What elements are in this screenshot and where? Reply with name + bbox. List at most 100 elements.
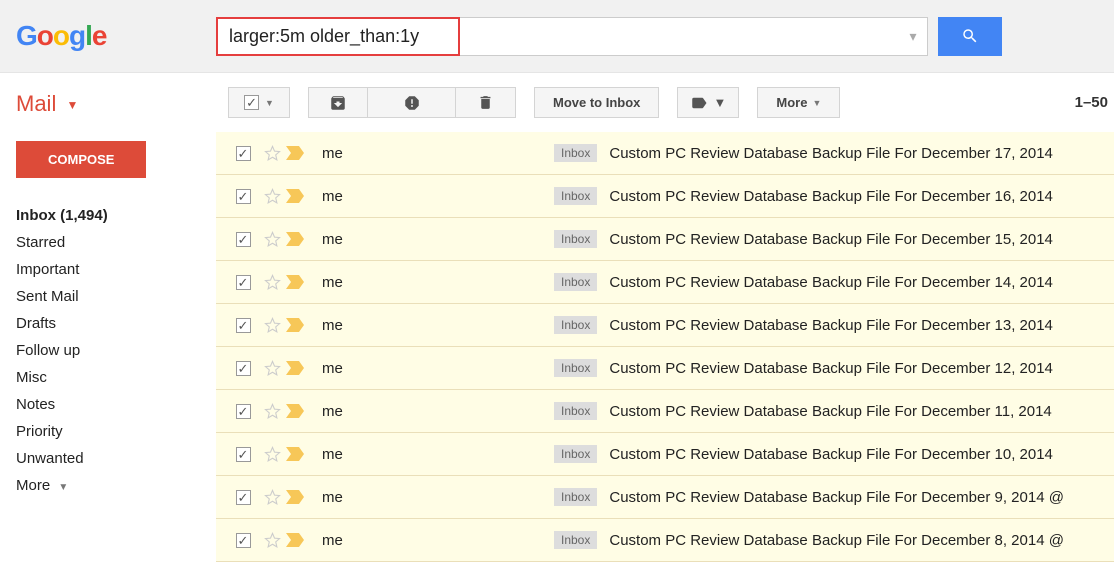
row-checkbox[interactable] xyxy=(228,404,258,419)
star-toggle[interactable] xyxy=(258,489,286,506)
importance-marker[interactable] xyxy=(286,318,312,332)
row-checkbox[interactable] xyxy=(228,447,258,462)
sender-name: me xyxy=(322,317,554,334)
result-count: 1–50 xyxy=(1075,94,1114,111)
sidebar-item[interactable]: Sent Mail xyxy=(16,283,216,310)
sidebar-item[interactable]: Unwanted xyxy=(16,445,216,472)
importance-marker[interactable] xyxy=(286,146,312,160)
mail-row[interactable]: meInboxCustom PC Review Database Backup … xyxy=(216,261,1114,304)
row-checkbox[interactable] xyxy=(228,490,258,505)
row-checkbox[interactable] xyxy=(228,533,258,548)
sidebar-item[interactable]: Important xyxy=(16,256,216,283)
select-all-dropdown[interactable]: ▼ xyxy=(228,87,290,118)
importance-marker[interactable] xyxy=(286,232,312,246)
mail-subject: Custom PC Review Database Backup File Fo… xyxy=(609,317,1114,334)
label-icon xyxy=(690,94,708,112)
move-to-inbox-button[interactable]: Move to Inbox xyxy=(534,87,659,118)
mail-subject: Custom PC Review Database Backup File Fo… xyxy=(609,231,1114,248)
content-area: ▼ Move to Inbox ▼ xyxy=(216,73,1114,562)
sidebar-item[interactable]: Drafts xyxy=(16,310,216,337)
compose-button[interactable]: COMPOSE xyxy=(16,141,146,178)
sidebar-item[interactable]: Follow up xyxy=(16,337,216,364)
star-toggle[interactable] xyxy=(258,317,286,334)
mail-row[interactable]: meInboxCustom PC Review Database Backup … xyxy=(216,433,1114,476)
sidebar: Mail ▼ COMPOSE Inbox (1,494)StarredImpor… xyxy=(0,73,216,562)
search-input[interactable] xyxy=(217,18,899,55)
row-checkbox[interactable] xyxy=(228,275,258,290)
mail-subject: Custom PC Review Database Backup File Fo… xyxy=(609,532,1114,549)
importance-marker[interactable] xyxy=(286,361,312,375)
inbox-label[interactable]: Inbox xyxy=(554,402,597,420)
row-checkbox[interactable] xyxy=(228,146,258,161)
importance-marker[interactable] xyxy=(286,404,312,418)
star-icon xyxy=(264,489,281,506)
importance-marker[interactable] xyxy=(286,490,312,504)
importance-marker[interactable] xyxy=(286,533,312,547)
search-button[interactable] xyxy=(938,17,1002,56)
importance-icon xyxy=(286,447,304,461)
sender-name: me xyxy=(322,446,554,463)
star-icon xyxy=(264,145,281,162)
checkbox-icon xyxy=(236,146,251,161)
star-toggle[interactable] xyxy=(258,274,286,291)
inbox-label[interactable]: Inbox xyxy=(554,488,597,506)
sidebar-item[interactable]: Priority xyxy=(16,418,216,445)
row-checkbox[interactable] xyxy=(228,232,258,247)
mail-row[interactable]: meInboxCustom PC Review Database Backup … xyxy=(216,132,1114,175)
checkbox-icon xyxy=(236,361,251,376)
checkbox-icon xyxy=(236,275,251,290)
google-logo[interactable]: Google xyxy=(16,20,216,52)
mail-switcher[interactable]: Mail ▼ xyxy=(16,91,216,117)
star-toggle[interactable] xyxy=(258,360,286,377)
row-checkbox[interactable] xyxy=(228,189,258,204)
inbox-label[interactable]: Inbox xyxy=(554,187,597,205)
star-toggle[interactable] xyxy=(258,145,286,162)
mail-subject: Custom PC Review Database Backup File Fo… xyxy=(609,145,1114,162)
archive-button[interactable] xyxy=(308,87,368,118)
inbox-label[interactable]: Inbox xyxy=(554,273,597,291)
inbox-label[interactable]: Inbox xyxy=(554,316,597,334)
header-bar: Google ▾ xyxy=(0,0,1114,73)
caret-down-icon: ▼ xyxy=(812,98,821,108)
star-toggle[interactable] xyxy=(258,188,286,205)
mail-row[interactable]: meInboxCustom PC Review Database Backup … xyxy=(216,390,1114,433)
sidebar-more[interactable]: More ▼ xyxy=(16,472,216,499)
importance-marker[interactable] xyxy=(286,189,312,203)
mail-row[interactable]: meInboxCustom PC Review Database Backup … xyxy=(216,519,1114,562)
sidebar-item[interactable]: Misc xyxy=(16,364,216,391)
caret-down-icon: ▼ xyxy=(713,95,726,110)
mail-row[interactable]: meInbox Custom PC Review Database Backup … xyxy=(216,304,1114,347)
toolbar: ▼ Move to Inbox ▼ xyxy=(216,73,1114,132)
report-spam-button[interactable] xyxy=(368,87,456,118)
mail-row[interactable]: meInboxCustom PC Review Database Backup … xyxy=(216,476,1114,519)
importance-marker[interactable] xyxy=(286,275,312,289)
star-icon xyxy=(264,274,281,291)
mail-row[interactable]: meInboxCustom PC Review Database Backup … xyxy=(216,175,1114,218)
importance-icon xyxy=(286,232,304,246)
inbox-label[interactable]: Inbox xyxy=(554,531,597,549)
sidebar-item[interactable]: Inbox (1,494) xyxy=(16,202,216,229)
labels-button[interactable]: ▼ xyxy=(677,87,739,118)
sidebar-item[interactable]: Starred xyxy=(16,229,216,256)
sidebar-item[interactable]: Notes xyxy=(16,391,216,418)
caret-down-icon: ▼ xyxy=(66,98,78,112)
inbox-label[interactable]: Inbox xyxy=(554,359,597,377)
row-checkbox[interactable] xyxy=(228,318,258,333)
mail-list: meInboxCustom PC Review Database Backup … xyxy=(216,132,1114,562)
more-button[interactable]: More ▼ xyxy=(757,87,840,118)
star-toggle[interactable] xyxy=(258,231,286,248)
more-label: More xyxy=(776,95,807,110)
row-checkbox[interactable] xyxy=(228,361,258,376)
importance-icon xyxy=(286,318,304,332)
star-toggle[interactable] xyxy=(258,403,286,420)
inbox-label[interactable]: Inbox xyxy=(554,445,597,463)
star-toggle[interactable] xyxy=(258,446,286,463)
star-toggle[interactable] xyxy=(258,532,286,549)
delete-button[interactable] xyxy=(456,87,516,118)
search-options-dropdown[interactable]: ▾ xyxy=(899,28,927,45)
inbox-label[interactable]: Inbox xyxy=(554,230,597,248)
mail-row[interactable]: meInboxCustom PC Review Database Backup … xyxy=(216,347,1114,390)
mail-row[interactable]: meInboxCustom PC Review Database Backup … xyxy=(216,218,1114,261)
inbox-label[interactable]: Inbox xyxy=(554,144,597,162)
importance-marker[interactable] xyxy=(286,447,312,461)
